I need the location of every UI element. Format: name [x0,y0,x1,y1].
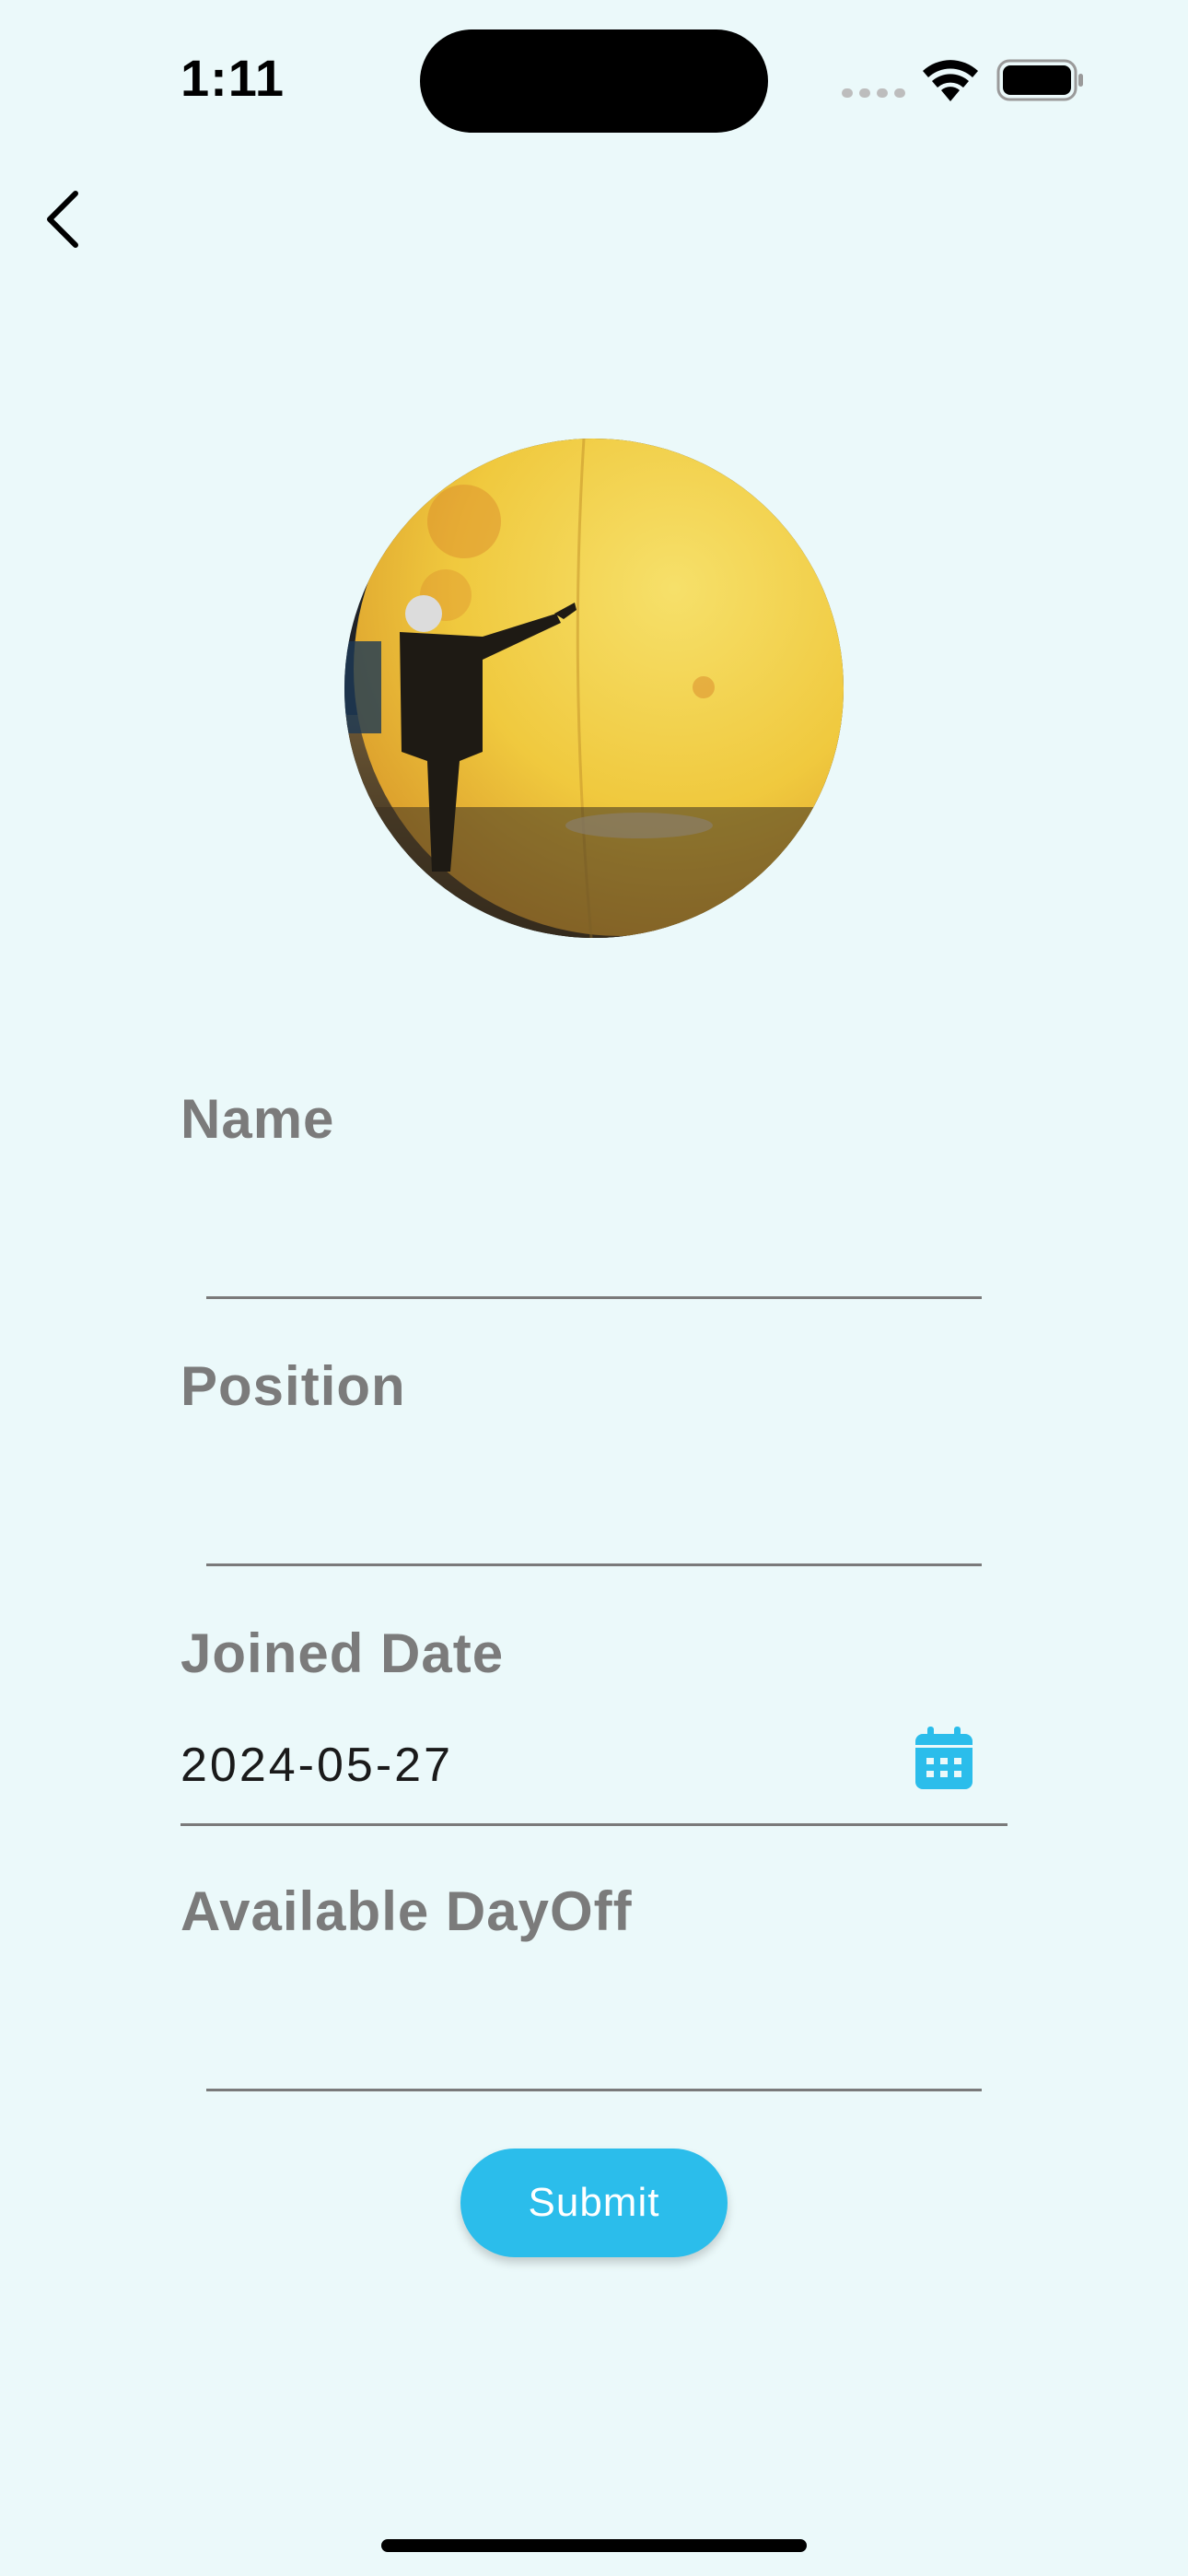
joined-date-field[interactable]: 2024-05-27 [181,1706,1007,1826]
chevron-left-icon [47,191,78,248]
avatar-photo [344,439,844,938]
joined-date-value: 2024-05-27 [181,1739,453,1792]
available-dayoff-label: Available DayOff [181,1880,633,1942]
cellular-signal-icon [842,88,905,98]
dynamic-island [420,29,768,133]
battery-icon [996,59,1083,101]
profile-avatar[interactable] [344,439,844,938]
name-input[interactable] [206,1198,982,1299]
position-input[interactable] [206,1465,982,1566]
wifi-icon [923,60,978,101]
joined-date-label: Joined Date [181,1622,505,1684]
available-dayoff-input[interactable] [206,1990,982,2091]
home-indicator [381,2539,807,2552]
position-label: Position [181,1355,406,1417]
submit-button[interactable]: Submit [460,2149,728,2257]
status-time: 1:11 [181,49,285,107]
name-label: Name [181,1088,335,1150]
back-button[interactable] [37,184,96,254]
calendar-icon[interactable] [914,1725,974,1791]
